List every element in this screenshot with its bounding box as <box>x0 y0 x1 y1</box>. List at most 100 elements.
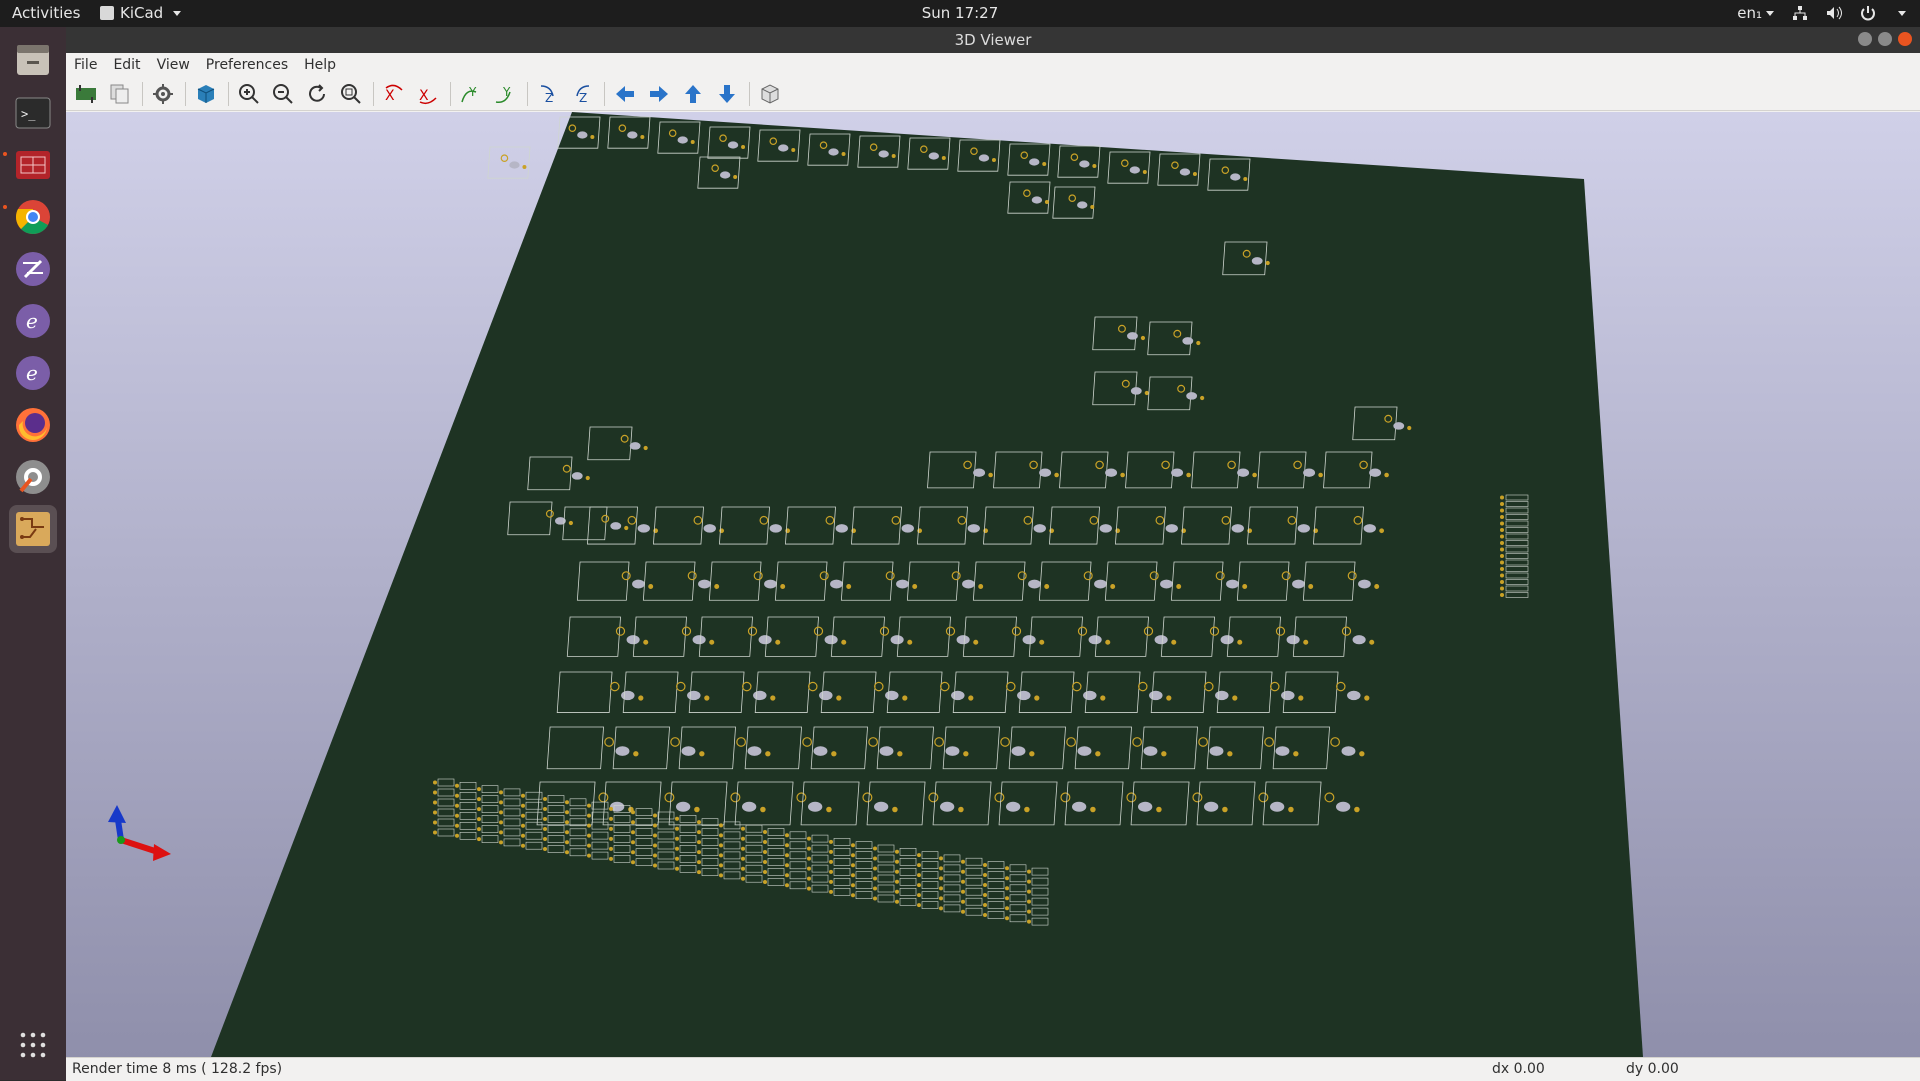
pad <box>895 869 899 874</box>
switch-footprint[interactable] <box>487 146 531 179</box>
svg-text:Z: Z <box>579 91 587 105</box>
app-menu[interactable]: KiCad <box>100 4 182 22</box>
pad <box>653 863 657 868</box>
emacs-icon-2[interactable]: e <box>9 297 57 345</box>
rotate-z-cw-icon[interactable]: Z <box>534 80 562 108</box>
kicad-bom-icon[interactable] <box>9 141 57 189</box>
pad <box>741 876 745 881</box>
show-applications-icon[interactable] <box>18 1030 48 1060</box>
pad <box>543 797 547 801</box>
pad <box>653 843 657 848</box>
pad <box>873 866 877 871</box>
pad <box>609 846 613 851</box>
menu-help[interactable]: Help <box>296 53 344 77</box>
move-left-icon[interactable] <box>611 80 639 108</box>
keyboard-layout[interactable]: en₁ <box>1737 4 1774 22</box>
move-down-icon[interactable] <box>713 80 741 108</box>
pad <box>455 833 459 838</box>
rotate-y-ccw-icon[interactable]: Y <box>491 80 519 108</box>
pad <box>961 879 965 884</box>
minimize-icon[interactable] <box>1858 32 1872 46</box>
pad <box>873 886 877 891</box>
pad <box>477 827 481 832</box>
pad <box>543 827 547 831</box>
menu-edit[interactable]: Edit <box>105 53 148 77</box>
zoom-out-icon[interactable] <box>269 80 297 108</box>
pad <box>763 870 767 874</box>
pad <box>939 906 943 911</box>
orthographic-icon[interactable] <box>756 80 784 108</box>
menu-view[interactable]: View <box>149 53 198 77</box>
pad <box>697 850 701 855</box>
pcbnew-icon[interactable] <box>9 505 57 553</box>
top-bar: Activities KiCad Sun 17:27 en₁ <box>0 0 1920 27</box>
pad <box>675 816 679 821</box>
settings-icon[interactable] <box>9 453 57 501</box>
pad <box>741 836 745 841</box>
pad <box>587 843 591 848</box>
move-right-icon[interactable] <box>645 80 673 108</box>
chevron-down-icon[interactable] <box>1898 10 1906 16</box>
app-menu-label: KiCad <box>120 4 164 22</box>
rotate-x-ccw-icon[interactable]: X <box>414 80 442 108</box>
pad <box>1500 534 1504 539</box>
pad <box>741 856 745 861</box>
dx-readout: dx 0.00 <box>1492 1061 1545 1077</box>
pad <box>543 837 547 841</box>
menu-preferences[interactable]: Preferences <box>198 53 296 77</box>
pcb-3d-render[interactable] <box>66 112 1920 1057</box>
chrome-icon[interactable] <box>9 193 57 241</box>
pad <box>851 893 855 898</box>
status-bar: Render time 8 ms ( 128.2 fps) dx 0.00 dy… <box>66 1057 1920 1081</box>
emacs-icon[interactable] <box>9 245 57 293</box>
volume-icon[interactable] <box>1826 5 1842 21</box>
pad <box>587 833 591 838</box>
pad <box>1027 879 1031 884</box>
activities-button[interactable]: Activities <box>12 4 80 22</box>
pad <box>961 889 965 894</box>
maximize-icon[interactable] <box>1878 32 1892 46</box>
network-icon[interactable] <box>1792 5 1808 21</box>
redraw-icon[interactable] <box>303 80 331 108</box>
close-icon[interactable] <box>1898 32 1912 46</box>
files-icon[interactable] <box>9 37 57 85</box>
3d-viewport[interactable] <box>66 112 1920 1057</box>
pad <box>1500 502 1504 506</box>
terminal-icon[interactable]: >_ <box>9 89 57 137</box>
pad <box>719 853 723 858</box>
zoom-fit-icon[interactable] <box>337 80 365 108</box>
menu-file[interactable]: File <box>66 53 105 77</box>
reload-board-icon[interactable] <box>72 80 100 108</box>
toolbar-separator <box>373 81 374 106</box>
pad <box>697 820 701 825</box>
pad <box>829 839 833 844</box>
pad <box>697 860 701 865</box>
emacs-icon-3[interactable]: e <box>9 349 57 397</box>
rotate-z-ccw-icon[interactable]: Z <box>568 80 596 108</box>
pad <box>719 863 723 868</box>
pad <box>543 817 547 821</box>
window-titlebar[interactable]: 3D Viewer <box>66 27 1920 53</box>
pad <box>1500 515 1504 519</box>
pad <box>587 853 591 858</box>
toolbar-separator <box>749 81 750 106</box>
kicad-app-icon <box>100 6 114 20</box>
zoom-in-icon[interactable] <box>235 80 263 108</box>
raytracing-settings-icon[interactable] <box>149 80 177 108</box>
pad <box>565 810 569 815</box>
pad <box>521 803 525 808</box>
pad <box>675 846 679 851</box>
clock[interactable]: Sun 17:27 <box>922 4 999 22</box>
keyboard-label: en₁ <box>1737 4 1762 22</box>
pad <box>763 850 767 854</box>
copy-3d-image-icon[interactable] <box>106 80 134 108</box>
rotate-y-cw-icon[interactable]: Y <box>457 80 485 108</box>
render-mode-icon[interactable] <box>192 80 220 108</box>
rotate-x-cw-icon[interactable]: X <box>380 80 408 108</box>
pad <box>565 800 569 805</box>
move-up-icon[interactable] <box>679 80 707 108</box>
power-icon[interactable] <box>1860 5 1876 21</box>
pad <box>1500 554 1504 558</box>
pad <box>521 823 525 828</box>
firefox-icon[interactable] <box>9 401 57 449</box>
